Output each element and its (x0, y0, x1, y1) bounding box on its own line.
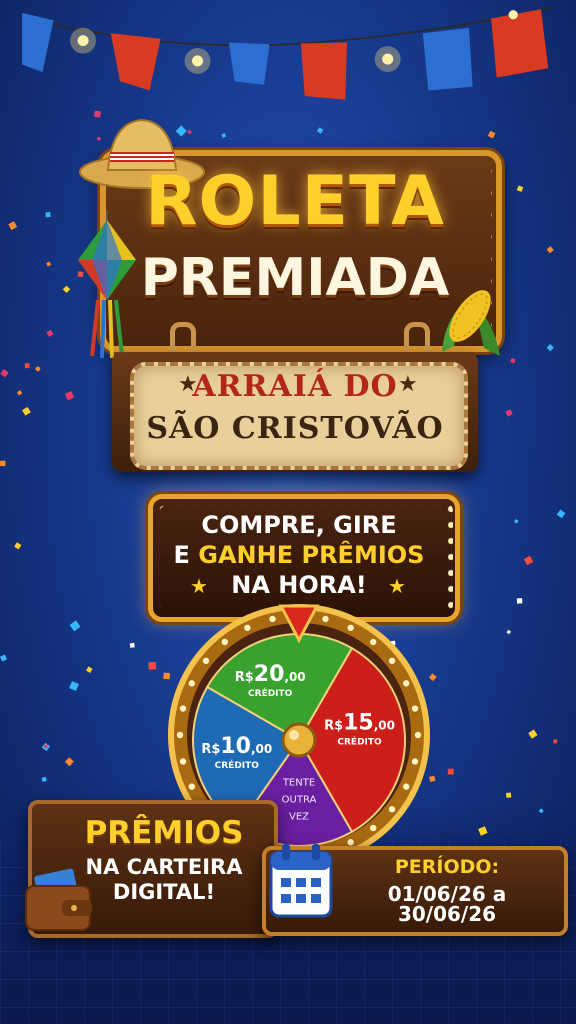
confetti-piece (44, 744, 48, 749)
confetti-piece (428, 673, 437, 682)
wheel-hub (281, 722, 317, 758)
calendar-icon (269, 844, 333, 918)
confetti-piece (62, 285, 71, 294)
confetti-piece (556, 509, 566, 519)
title-line-2: PREMIADA (140, 248, 450, 308)
bunting-flags (22, 9, 549, 100)
event-sign-line-2: SÃO CRISTOVÃO (146, 411, 444, 446)
wallet-icon (25, 868, 92, 931)
confetti-piece (546, 246, 554, 254)
confetti-piece (24, 363, 30, 369)
confetti-piece (316, 127, 324, 134)
wheel-bulb (179, 758, 187, 765)
confetti-piece (16, 390, 23, 396)
confetti-piece (546, 343, 554, 352)
promo-line-1: COMPRE, GIRE (201, 511, 397, 539)
confetti-piece (487, 130, 496, 139)
wheel-bulb (414, 731, 422, 739)
wheel-bulb (322, 615, 329, 623)
confetti-piece (447, 768, 454, 775)
wallet-line-1: PRÊMIOS (84, 815, 244, 851)
confetti-piece (553, 739, 558, 744)
wheel-segment-text: OUTRA (282, 794, 317, 805)
corn-icon (442, 290, 500, 356)
confetti-piece (429, 775, 436, 782)
confetti-piece (8, 221, 18, 231)
confetti-piece (69, 681, 79, 691)
wheel-bulb (369, 638, 377, 646)
confetti-piece (69, 620, 81, 632)
confetti-piece (528, 729, 538, 739)
confetti-piece (35, 366, 41, 372)
wheel-bulb (176, 731, 184, 739)
wheel-segment-label: CRÉDITO (248, 687, 293, 699)
wheel-bulb (188, 783, 195, 790)
wheel-bulb (347, 839, 354, 846)
wheel-bulb (202, 657, 210, 665)
confetti-piece (64, 757, 74, 767)
confetti-piece (22, 406, 31, 416)
confetti-piece (538, 808, 544, 814)
star-icon: ★ (388, 574, 406, 598)
confetti-piece (86, 666, 93, 673)
confetti-piece (0, 654, 8, 662)
confetti-piece (510, 358, 516, 364)
confetti-piece (64, 390, 75, 401)
wheel-bulb (411, 705, 419, 712)
wheel-bulb (411, 758, 419, 765)
confetti-piece (46, 261, 52, 267)
wheel-bulb (188, 680, 195, 687)
confetti-piece (148, 661, 157, 670)
wheel-segment-label: CRÉDITO (337, 735, 382, 747)
confetti-piece (129, 642, 135, 648)
wheel-bulb (388, 657, 396, 665)
wheel-bulb (388, 805, 396, 813)
confetti-piece (516, 185, 524, 192)
confetti-piece (221, 132, 227, 138)
confetti-piece (41, 776, 47, 782)
confetti-piece (505, 409, 513, 417)
confetti-piece (514, 519, 519, 524)
confetti-piece (46, 329, 54, 337)
event-sign-line-1: ARRAIÁ DO (192, 369, 398, 404)
title-line-1: ROLETA (145, 162, 445, 241)
confetti-piece (45, 211, 51, 218)
wheel-bulb (244, 624, 251, 631)
wheel-bulb (403, 680, 410, 687)
promo-highlight: GANHE PRÊMIOS (198, 541, 425, 569)
wheel-bulb (179, 705, 187, 712)
confetti-piece (506, 629, 512, 635)
wheel-segment-label: CRÉDITO (215, 759, 260, 771)
period-value: 01/06/26 a 30/06/26 (387, 882, 507, 926)
wheel-bulb (221, 638, 229, 646)
confetti-piece (478, 826, 488, 836)
wheel-bulb (369, 824, 377, 832)
wheel-segment-text: VEZ (289, 811, 309, 822)
confetti-piece (516, 598, 523, 604)
confetti-piece (0, 369, 9, 378)
promo-line-2: E GANHE PRÊMIOS (173, 541, 425, 569)
confetti-piece (0, 460, 6, 467)
confetti-piece (14, 542, 22, 550)
wheel-bulb (403, 783, 410, 790)
wheel-bulb (347, 624, 354, 631)
period-label: PERÍODO: (394, 856, 500, 878)
wheel-bulb (269, 615, 276, 623)
wheel-segment-text: TENTE (282, 777, 315, 788)
string-lights-bunting (21, 6, 555, 100)
confetti-piece (505, 792, 512, 798)
confetti-piece (523, 555, 534, 566)
star-icon: ★ (190, 574, 208, 598)
